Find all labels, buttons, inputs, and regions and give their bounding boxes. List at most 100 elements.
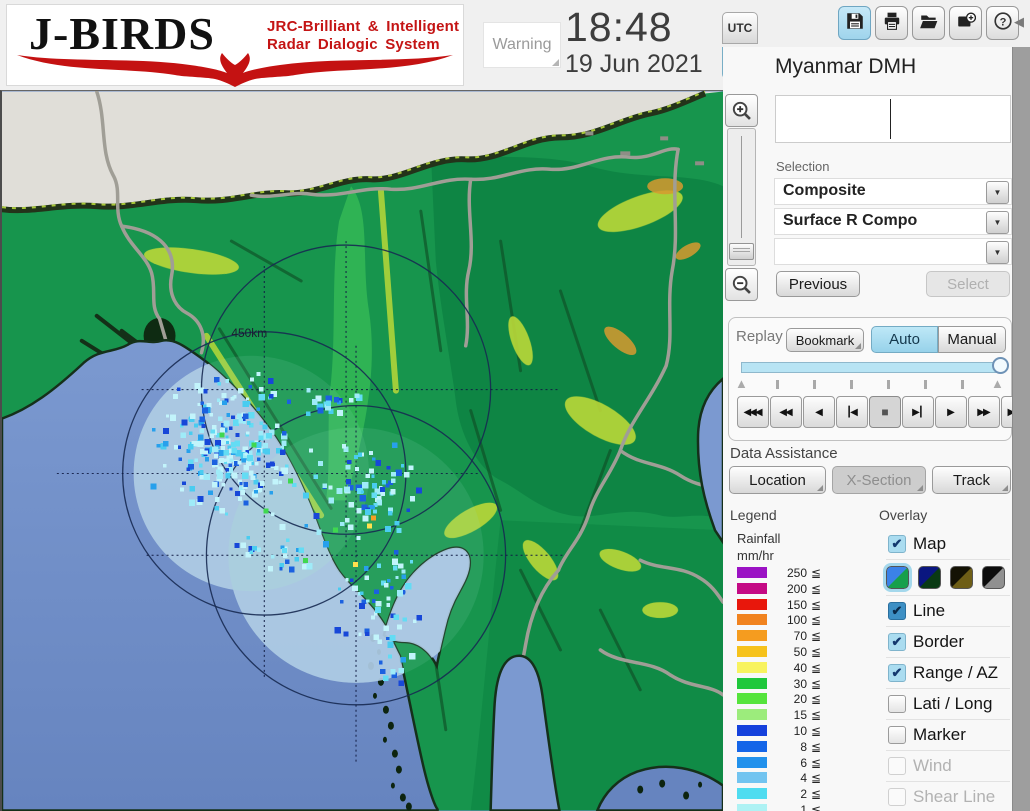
legend-swatch <box>737 803 767 811</box>
legend-lte-icon: ≦ <box>811 755 822 770</box>
print-button[interactable] <box>875 6 908 40</box>
overlay-row-line[interactable]: ✔ Line <box>886 595 1010 626</box>
legend-swatch <box>737 709 767 721</box>
slider-end-marker-icon[interactable]: ▲ <box>991 377 1004 390</box>
map-zoom-in-button[interactable] <box>725 94 758 127</box>
help-icon: ? <box>993 11 1013 36</box>
legend-value: 200 <box>786 581 807 596</box>
track-button[interactable]: Track <box>932 466 1011 494</box>
legend-value: 150 <box>786 597 807 612</box>
legend-swatch <box>737 772 767 784</box>
eagle-logo-icon <box>17 53 453 87</box>
timezone-utc-button[interactable]: UTC <box>722 12 758 44</box>
overlay-row-shear-line[interactable]: Shear Line <box>886 781 1010 811</box>
site-listbox[interactable] <box>775 95 1011 143</box>
playback-controls: ◀◀◀◀◀◀┃◀■▶┃▶▶▶▶▶▶ <box>737 396 1030 428</box>
map-zoom-slider[interactable] <box>727 128 756 266</box>
checkbox-checked-icon[interactable]: ✔ <box>888 535 906 553</box>
overlay-title: Overlay <box>879 507 928 523</box>
checkbox-icon[interactable] <box>888 695 906 713</box>
dropdown-product[interactable]: Surface R Compo ▼ <box>774 208 1012 235</box>
previous-button[interactable]: Previous <box>776 271 860 297</box>
checkbox-icon[interactable] <box>888 726 906 744</box>
legend-swatch <box>737 614 767 626</box>
legend-value: 4 <box>800 771 807 786</box>
overlay-row-border[interactable]: ✔ Border <box>886 626 1010 657</box>
chevron-down-icon[interactable]: ▼ <box>986 181 1009 204</box>
warning-label: Warning <box>492 36 552 53</box>
overlay-label: Lati / Long <box>913 694 993 713</box>
checkbox-icon[interactable] <box>888 757 906 775</box>
save-button[interactable] <box>838 6 871 40</box>
legend-value: 6 <box>800 755 807 770</box>
overlay-row-wind[interactable]: Wind <box>886 750 1010 781</box>
legend-swatch <box>737 582 767 594</box>
stop-button[interactable]: ■ <box>869 396 901 428</box>
play-backward-button[interactable]: ◀ <box>803 396 835 428</box>
overlay-row-lati-long[interactable]: Lati / Long <box>886 688 1010 719</box>
clock-date: 19 Jun 2021 <box>565 50 703 78</box>
legend-lte-icon: ≦ <box>811 566 822 580</box>
magnifier-minus-icon <box>732 275 751 294</box>
warning-button[interactable]: Warning <box>483 22 561 68</box>
auto-mode-button[interactable]: Auto <box>871 326 938 353</box>
select-button[interactable]: Select <box>926 271 1010 297</box>
checkbox-checked-icon[interactable]: ✔ <box>888 602 906 620</box>
play-forward-button[interactable]: ▶ <box>935 396 967 428</box>
legend-swatch <box>737 693 767 705</box>
location-button[interactable]: Location <box>729 466 826 494</box>
manual-mode-button[interactable]: Manual <box>938 326 1006 353</box>
chevron-down-icon[interactable]: ▼ <box>986 211 1009 234</box>
map-style-swatches <box>883 559 1010 595</box>
legend-title: Legend <box>730 507 777 523</box>
data-assistance-label: Data Assistance <box>730 445 838 462</box>
app-logo: J-BIRDS JRC-Brilliant & Intelligent Rada… <box>6 4 464 87</box>
overlay-label: Line <box>913 601 946 620</box>
forward-button[interactable]: ▶▶ <box>968 396 1000 428</box>
slider-tick <box>887 380 890 389</box>
rewind-button[interactable]: ◀◀ <box>770 396 802 428</box>
map-style-navy-darkgreen[interactable] <box>918 566 941 589</box>
legend-value: 50 <box>793 644 807 659</box>
legend-value: 8 <box>800 739 807 754</box>
fast-rewind-button[interactable]: ◀◀◀ <box>737 396 769 428</box>
zoom-slider-handle[interactable] <box>729 243 754 260</box>
zoom-slider-track <box>741 136 742 238</box>
map-style-black-olive[interactable] <box>950 566 973 589</box>
map-style-black-gray[interactable] <box>982 566 1005 589</box>
map-style-blue-green[interactable] <box>883 563 912 592</box>
map-zoom-out-button[interactable] <box>725 268 758 301</box>
legend-value: 40 <box>793 660 807 675</box>
add-image-button[interactable] <box>949 6 982 40</box>
step-backward-button[interactable]: ┃◀ <box>836 396 868 428</box>
legend-swatch <box>737 661 767 673</box>
dropdown-extra[interactable]: ▼ <box>774 238 1012 265</box>
open-folder-button[interactable] <box>912 6 945 40</box>
replay-label: Replay <box>736 328 783 345</box>
dropdown-composite[interactable]: Composite ▼ <box>774 178 1012 205</box>
overlay-row-range-az[interactable]: ✔ Range / AZ <box>886 657 1010 688</box>
legend-lte-icon: ≦ <box>811 771 822 786</box>
slider-start-marker-icon[interactable]: ▲ <box>735 377 748 390</box>
checkbox-checked-icon[interactable]: ✔ <box>888 664 906 682</box>
replay-slider-handle[interactable] <box>992 357 1009 374</box>
logo-tagline-1: JRC-Brilliant & Intelligent <box>267 18 460 35</box>
slider-tick <box>776 380 779 389</box>
legend-lte-icon: ≦ <box>811 660 822 675</box>
legend-swatch <box>737 567 767 578</box>
checkbox-icon[interactable] <box>888 788 906 806</box>
overlay-row-map[interactable]: ✔ Map <box>886 529 1010 559</box>
panel-collapse-icon[interactable]: ◀ <box>1014 14 1024 30</box>
replay-slider-track[interactable] <box>741 362 1003 373</box>
legend-lte-icon: ≦ <box>811 644 822 659</box>
bookmark-button[interactable]: Bookmark <box>786 328 864 352</box>
radar-map[interactable]: 450km <box>0 89 725 811</box>
warning-grip-icon <box>552 59 559 66</box>
checkbox-checked-icon[interactable]: ✔ <box>888 633 906 651</box>
magnifier-plus-icon <box>732 101 751 120</box>
chevron-down-icon[interactable]: ▼ <box>986 241 1009 264</box>
x-section-button[interactable]: X-Section <box>832 466 926 494</box>
overlay-label: Wind <box>913 756 952 775</box>
step-forward-button[interactable]: ▶┃ <box>902 396 934 428</box>
overlay-row-marker[interactable]: Marker <box>886 719 1010 750</box>
